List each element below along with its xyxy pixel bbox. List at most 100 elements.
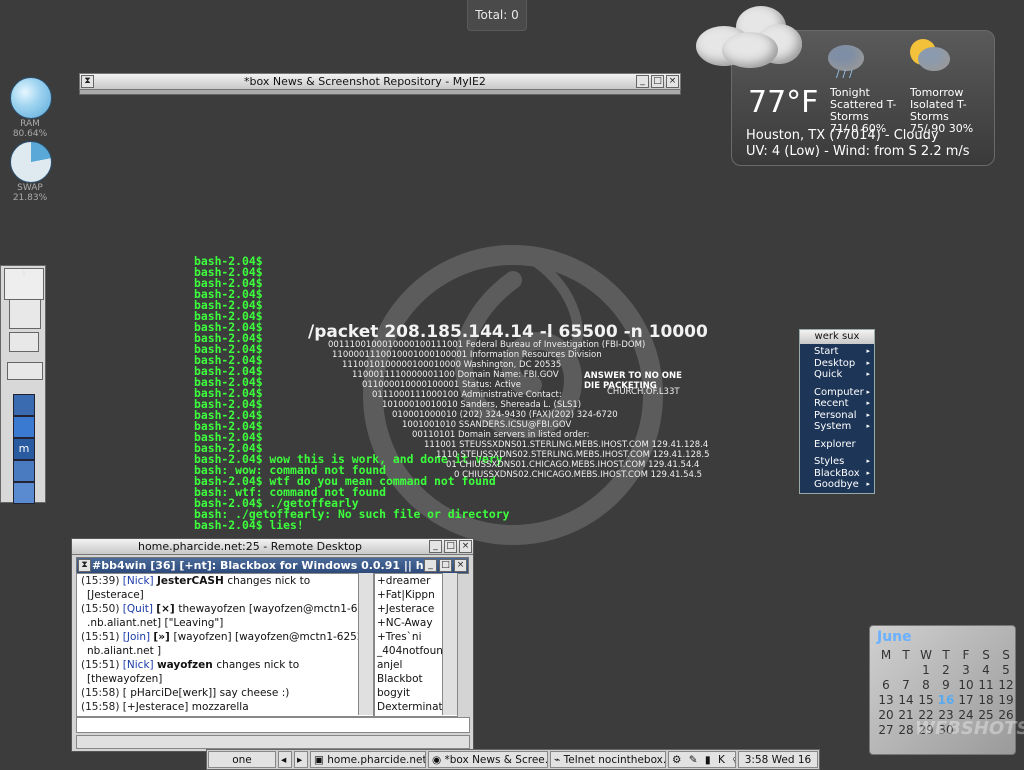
- irc-input[interactable]: [76, 717, 470, 733]
- irc-title: #bb4win [36] [+nt]: Blackbox for Windows…: [92, 559, 423, 572]
- minimize-button[interactable]: _: [429, 540, 442, 553]
- chat-line: [thewayofzen]: [87, 673, 163, 685]
- nick-scrollbar[interactable]: [442, 573, 457, 715]
- close-button[interactable]: ×: [459, 540, 472, 553]
- myie2-titlebar[interactable]: ⧗ *box News & Screenshot Repository - My…: [79, 73, 681, 90]
- chat-scrollbar[interactable]: [358, 573, 373, 715]
- calendar-day[interactable]: 10: [956, 678, 976, 693]
- hourglass-icon[interactable]: ⧗: [78, 559, 91, 572]
- menu-item-blackbox[interactable]: BlackBox ▸: [800, 468, 874, 480]
- calendar-day[interactable]: 14: [896, 693, 916, 708]
- minimize-button[interactable]: _: [424, 559, 437, 572]
- calendar-day[interactable]: 7: [896, 678, 916, 693]
- irc-chat-log[interactable]: (15:39) [Nick] JesterCASH changes nick t…: [76, 573, 374, 717]
- church-text: CHURCH.OF.L33T: [607, 387, 680, 397]
- app-icon-1[interactable]: [13, 394, 35, 416]
- app-icon-2[interactable]: [13, 416, 35, 438]
- weather-uv-wind: UV: 4 (Low) - Wind: from S 2.2 m/s: [746, 144, 970, 159]
- calendar-month: June: [877, 629, 912, 645]
- arrow-right-icon: ▸: [866, 399, 870, 407]
- irc-titlebar[interactable]: ⧗ #bb4win [36] [+nt]: Blackbox for Windo…: [76, 557, 469, 574]
- monitor-icon: ▣: [314, 753, 328, 766]
- calendar-day[interactable]: 12: [996, 678, 1016, 693]
- whois-line: 0011100100010000100111001 Federal Bureau…: [328, 340, 646, 350]
- calendar-day[interactable]: 15: [916, 693, 936, 708]
- app-icon-4[interactable]: [13, 460, 35, 482]
- menu-item-system[interactable]: System ▸: [800, 421, 874, 433]
- calendar-day[interactable]: 28: [896, 723, 916, 738]
- menu-item-goodbye[interactable]: Goodbye ▸: [800, 479, 874, 491]
- calendar-day[interactable]: 20: [876, 708, 896, 723]
- chat-line: (15:58) [ pHarciDe[werk]] say cheese :): [81, 687, 290, 699]
- whois-line: 1110 STEUSSXDNS02.STERLING.MEBS.IHOST.CO…: [436, 450, 710, 460]
- calendar-day[interactable]: 3: [956, 663, 976, 678]
- chat-line: nb.aliant.net ]: [87, 645, 162, 657]
- menu-item-personal[interactable]: Personal ▸: [800, 410, 874, 422]
- calendar-day[interactable]: 17: [956, 693, 976, 708]
- remote-desktop-window: home.pharcide.net:25 - Remote Desktop _ …: [71, 538, 474, 752]
- maximize-button[interactable]: □: [651, 75, 664, 88]
- calendar-day[interactable]: 6: [876, 678, 896, 693]
- weekday-header: T: [902, 648, 910, 662]
- weekday-header: S: [982, 648, 990, 662]
- arrow-right-icon: ▸: [866, 347, 870, 355]
- menu-item-desktop[interactable]: Desktop ▸: [800, 358, 874, 370]
- menu-item-explorer[interactable]: Explorer: [800, 439, 874, 451]
- thunderstorm-icon: / / /: [828, 41, 868, 80]
- weekday-header: F: [962, 648, 970, 662]
- calendar-day[interactable]: 16: [936, 693, 956, 708]
- menu-item-quick[interactable]: Quick ▸: [800, 369, 874, 381]
- arrow-right-icon: ▸: [866, 422, 870, 430]
- prev-workspace-button[interactable]: ◂: [278, 751, 292, 768]
- rd-title: home.pharcide.net:25 - Remote Desktop: [137, 540, 363, 553]
- myie2-handle[interactable]: [79, 90, 681, 95]
- close-button[interactable]: ×: [454, 559, 467, 572]
- workspace-label[interactable]: one: [208, 751, 276, 768]
- app-icon-5[interactable]: [13, 482, 35, 504]
- calendar-day[interactable]: 1: [916, 663, 936, 678]
- calendar-day[interactable]: 4: [976, 663, 996, 678]
- calendar-day[interactable]: 2: [936, 663, 956, 678]
- whois-line: 0 CHIUSSXDNS02.CHICAGO.MEBS.IHOST.COM 12…: [454, 470, 703, 480]
- menu-item-computer[interactable]: Computer ▸: [800, 387, 874, 399]
- calendar-day[interactable]: 11: [976, 678, 996, 693]
- calendar-day[interactable]: 13: [876, 693, 896, 708]
- task-telnet[interactable]: ⌁ Telnet nocinthebox....: [550, 751, 666, 768]
- swap-value: 21.83%: [12, 193, 48, 203]
- tomorrow-desc: Isolated T-Storms: [910, 98, 967, 123]
- calendar-day[interactable]: 27: [876, 723, 896, 738]
- calendar-day[interactable]: 8: [916, 678, 936, 693]
- calendar-day[interactable]: 18: [976, 693, 996, 708]
- system-tray[interactable]: ⚙ ✎ ▮ K ♔: [668, 751, 736, 768]
- arrow-right-icon: ▸: [866, 410, 870, 419]
- maximize-button[interactable]: □: [444, 540, 457, 553]
- rd-horizontal-scrollbar[interactable]: [76, 735, 470, 749]
- rd-titlebar[interactable]: home.pharcide.net:25 - Remote Desktop _ …: [72, 539, 473, 555]
- desktop-thumb-1[interactable]: [9, 299, 41, 329]
- maximize-button[interactable]: □: [439, 559, 452, 572]
- app-icon-3[interactable]: m: [13, 438, 35, 460]
- calendar-day[interactable]: 21: [896, 708, 916, 723]
- ram-gauge: RAM 80.64%: [5, 77, 55, 139]
- desktop-thumb-3[interactable]: [7, 362, 43, 380]
- arrow-right-icon: ▸: [866, 480, 870, 488]
- menu-item-recent[interactable]: Recent ▸: [800, 398, 874, 410]
- next-workspace-button[interactable]: ▸: [294, 751, 308, 768]
- calendar-day[interactable]: 19: [996, 693, 1016, 708]
- calendar-day[interactable]: 5: [996, 663, 1016, 678]
- chat-line: (15:58) [+Jesterace] mozzarella: [81, 701, 249, 713]
- pager-widget[interactable]: ⌇: [4, 268, 44, 300]
- blackbox-menu: werk sux Start ▸ Desktop ▸ Quick ▸ Computer…: [799, 329, 875, 494]
- menu-item-styles[interactable]: Styles ▸: [800, 456, 874, 468]
- close-button[interactable]: ×: [666, 75, 679, 88]
- desktop-thumb-2[interactable]: [9, 332, 39, 352]
- minimize-button[interactable]: _: [636, 75, 649, 88]
- hourglass-icon[interactable]: ⧗: [81, 75, 94, 88]
- task-myie2[interactable]: ◉ *box News & Scree...: [428, 751, 548, 768]
- myie2-title: *box News & Screenshot Repository - MyIE…: [244, 75, 486, 88]
- whois-line: 010001000010 (202) 324-9430 (FAX)(202) 3…: [392, 410, 618, 420]
- calendar-day[interactable]: 9: [936, 678, 956, 693]
- fbi-whois: 0011100100010000100111001 Federal Bureau…: [300, 340, 710, 480]
- menu-item-start[interactable]: Start ▸: [800, 346, 874, 358]
- task-remote-desktop[interactable]: ▣ home.pharcide.net:...: [310, 751, 426, 768]
